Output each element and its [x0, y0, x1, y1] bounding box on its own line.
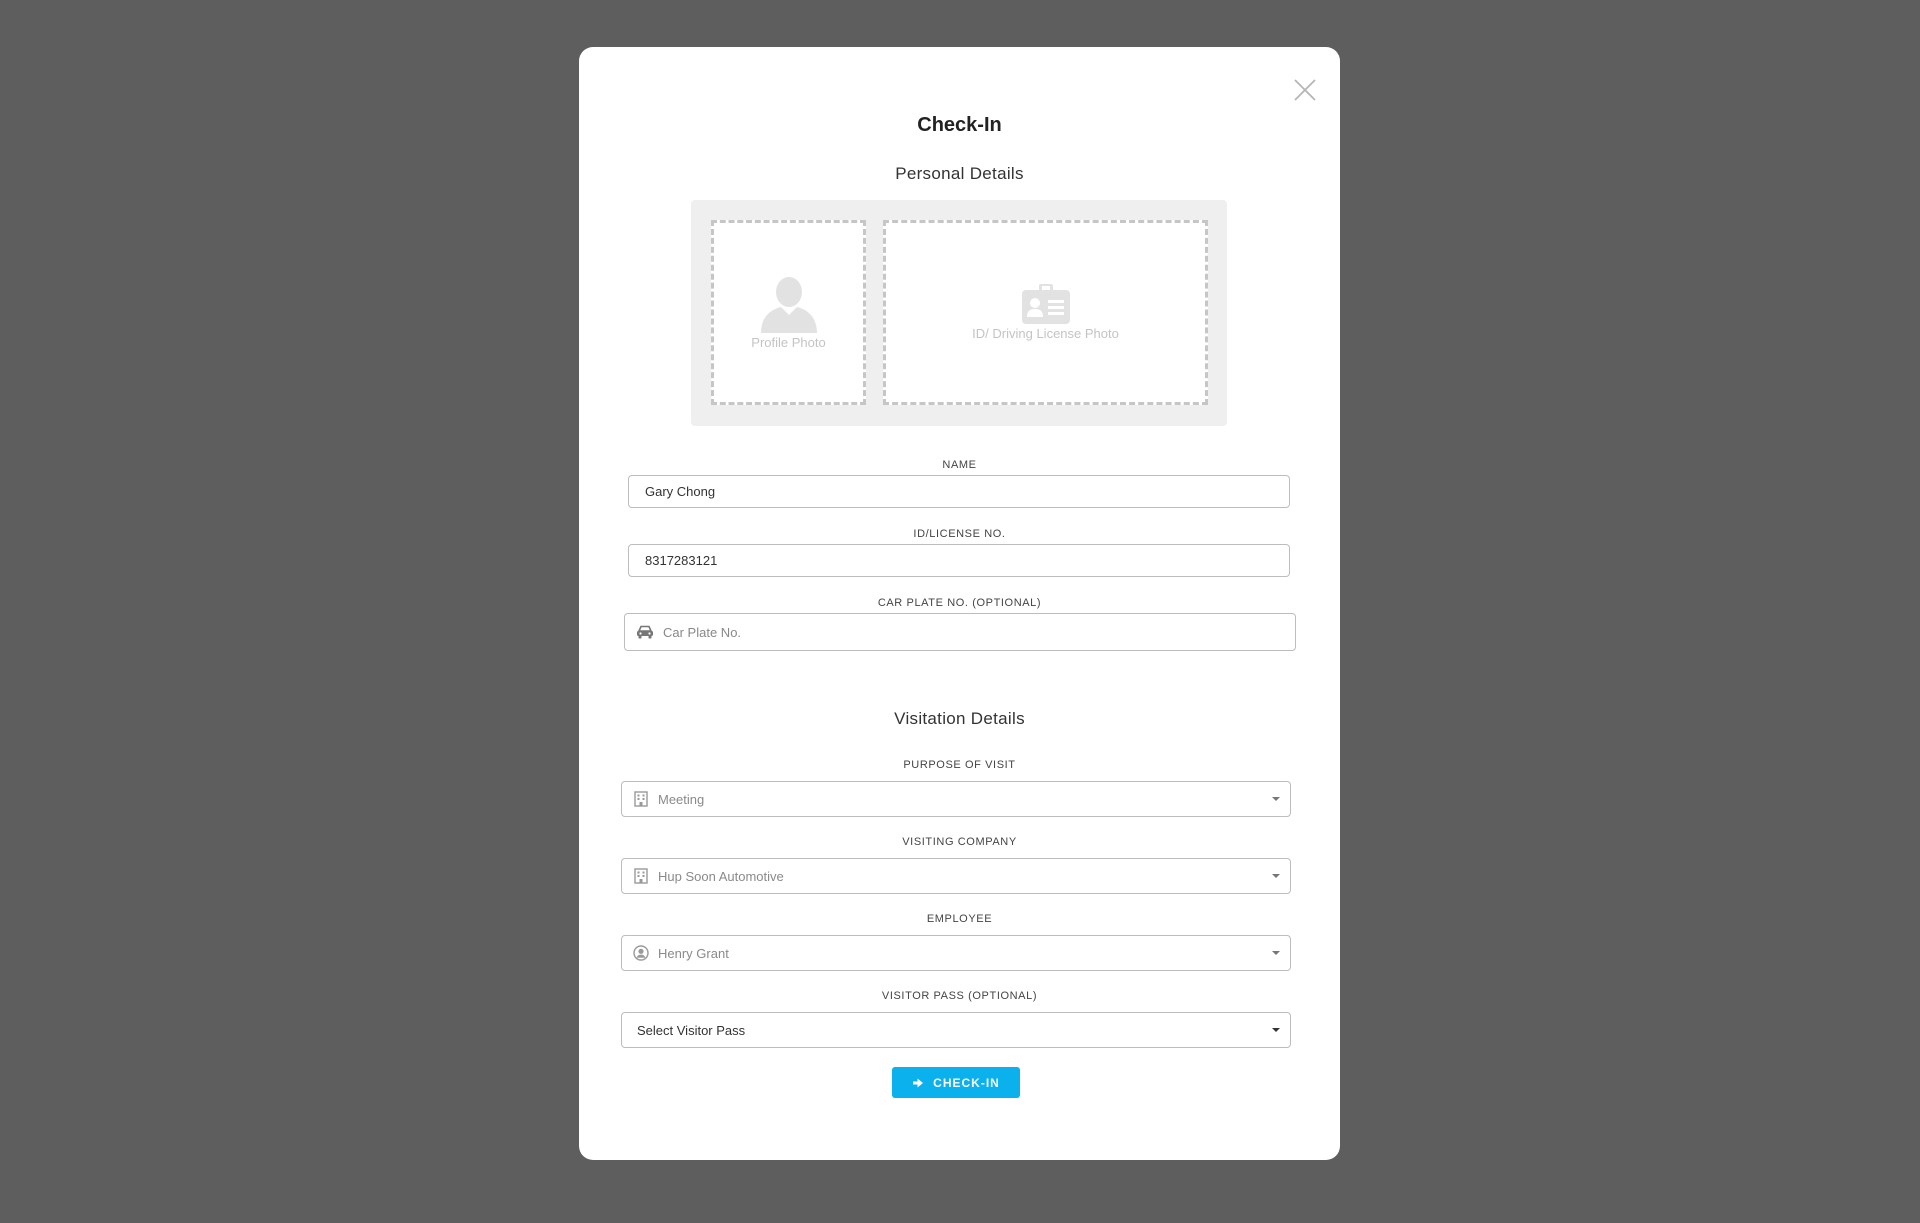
- id-license-input[interactable]: [628, 544, 1290, 577]
- chevron-down-icon: [1262, 796, 1290, 802]
- car-plate-field[interactable]: [624, 613, 1296, 651]
- purpose-label: PURPOSE OF VISIT: [903, 759, 1016, 771]
- checkin-button-label: CHECK-IN: [933, 1075, 1000, 1090]
- building-icon: [624, 791, 658, 807]
- user-silhouette-icon: [760, 277, 817, 333]
- id-photo-upload[interactable]: ID/ Driving License Photo: [883, 220, 1208, 405]
- name-label: NAME: [942, 459, 977, 471]
- checkin-button[interactable]: CHECK-IN: [892, 1067, 1020, 1098]
- close-button[interactable]: [1290, 75, 1320, 105]
- company-label: VISITING COMPANY: [902, 836, 1017, 848]
- company-select[interactable]: Hup Soon Automotive: [621, 858, 1291, 894]
- chevron-down-icon: [1262, 873, 1290, 879]
- company-value: Hup Soon Automotive: [658, 868, 784, 884]
- car-plate-input[interactable]: [663, 614, 1295, 650]
- employee-select[interactable]: Henry Grant: [621, 935, 1291, 971]
- profile-photo-upload[interactable]: Profile Photo: [711, 220, 866, 405]
- purpose-select[interactable]: Meeting: [621, 781, 1291, 817]
- user-circle-icon: [624, 945, 658, 961]
- name-input[interactable]: [628, 475, 1290, 508]
- visitation-details-heading: Visitation Details: [894, 709, 1025, 728]
- checkin-modal: Check-In Personal Details Profile Photo …: [579, 47, 1340, 1160]
- close-icon: [1294, 79, 1316, 101]
- employee-label: EMPLOYEE: [926, 913, 993, 925]
- id-card-icon: [1021, 284, 1070, 324]
- modal-title: Check-In: [917, 114, 1002, 136]
- arrow-right-icon: [912, 1077, 924, 1089]
- photo-upload-panel: Profile Photo ID/ Driving License Photo: [691, 200, 1227, 426]
- chevron-down-icon: [1262, 950, 1290, 956]
- id-license-label: ID/LICENSE NO.: [913, 528, 1006, 540]
- employee-value: Henry Grant: [658, 945, 729, 961]
- personal-details-heading: Personal Details: [895, 164, 1024, 183]
- visitor-pass-select[interactable]: Select Visitor Pass: [621, 1012, 1291, 1048]
- visitor-pass-value: Select Visitor Pass: [637, 1022, 746, 1038]
- visitor-pass-label: VISITOR PASS (OPTIONAL): [881, 990, 1038, 1002]
- profile-photo-label: Profile Photo: [751, 335, 826, 350]
- purpose-value: Meeting: [658, 791, 705, 807]
- chevron-down-icon: [1262, 1027, 1290, 1033]
- car-icon: [627, 625, 663, 639]
- building-icon: [624, 868, 658, 884]
- id-photo-label: ID/ Driving License Photo: [972, 326, 1119, 341]
- car-plate-label: CAR PLATE NO. (OPTIONAL): [877, 597, 1042, 609]
